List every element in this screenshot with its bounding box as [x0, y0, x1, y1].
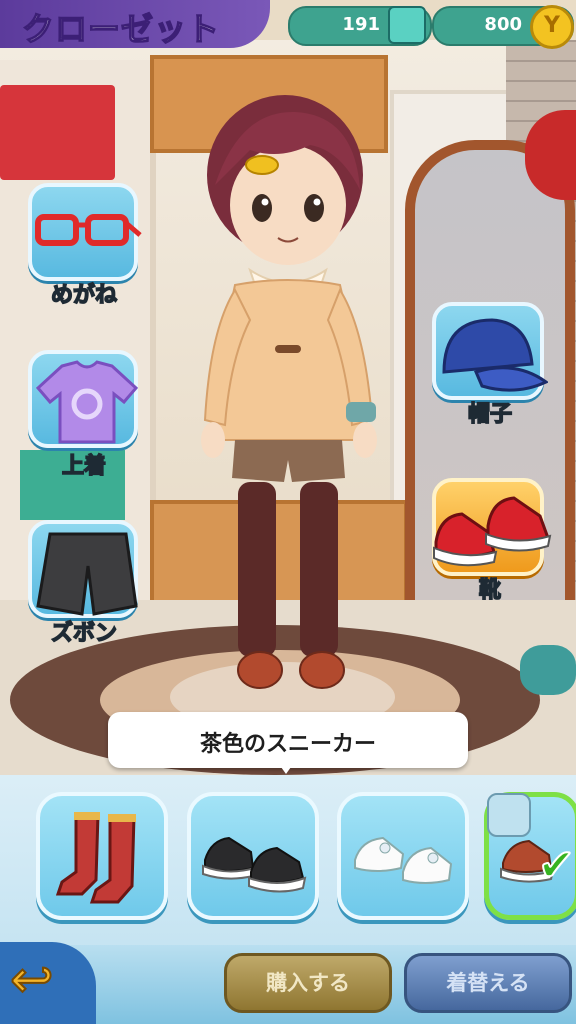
coin-count: 800 [484, 14, 522, 35]
category-top-label: 上着 [61, 453, 107, 480]
sneakers-icon [433, 496, 552, 567]
player-character [201, 95, 377, 689]
category-top-button[interactable] [28, 350, 139, 448]
black-sneakers-icon [202, 836, 307, 893]
item-slot-3[interactable] [337, 792, 469, 920]
red-boots-icon [55, 812, 136, 904]
item-name: 茶色のスニーカー [199, 732, 376, 757]
item-slot-2[interactable] [187, 792, 319, 920]
category-hat-button[interactable] [432, 302, 548, 400]
shorts-icon [36, 532, 138, 616]
page-title: クローゼット [21, 9, 221, 49]
category-pants-button[interactable] [28, 520, 138, 618]
pin-icon [487, 793, 531, 837]
category-glasses-label: めがね [50, 282, 118, 309]
category-glasses-button[interactable] [28, 183, 142, 281]
red-storage-box [0, 85, 115, 180]
coin-icon: Y [530, 5, 574, 49]
change-clothes-button[interactable]: 着替える [404, 953, 572, 1013]
back-arrow-icon: ↩ [9, 949, 55, 1011]
white-ribbon-shoes-icon [354, 836, 453, 884]
category-pants-label: ズボン [50, 620, 118, 647]
category-hat-label: 帽子 [467, 401, 513, 428]
tooltip-tail [276, 760, 296, 774]
gem-icon [388, 6, 426, 44]
category-shoes-button[interactable] [432, 478, 552, 576]
buy-button[interactable]: 購入する [224, 953, 392, 1013]
slippers-decor [520, 645, 576, 695]
glasses-icon [35, 214, 142, 246]
shirt-icon [35, 360, 139, 444]
cap-icon [442, 318, 548, 392]
item-slot-1[interactable] [36, 792, 168, 920]
category-shoes-label: 靴 [478, 577, 502, 604]
gem-count: 191 [342, 14, 380, 35]
equipped-check-icon: ✔ [537, 839, 576, 892]
